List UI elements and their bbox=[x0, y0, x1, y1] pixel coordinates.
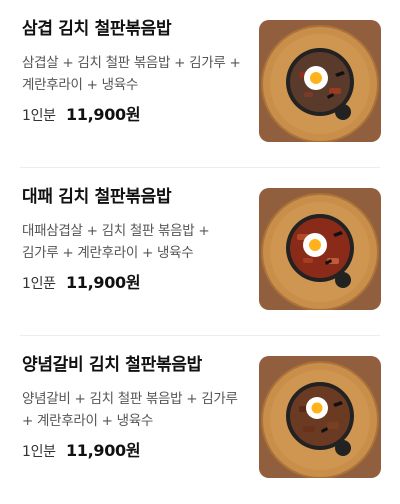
menu-item-name: 대패 김치 철판볶음밥 bbox=[22, 187, 172, 207]
menu-item-samgyeop[interactable]: 삼겹 김치 철판볶음밥 삼겹살 + 김치 철판 볶음밥 + 김가루 + 계란후라… bbox=[0, 0, 400, 168]
menu-item-price: 11,900원 bbox=[65, 105, 141, 124]
fried-rice-skillet-image bbox=[259, 20, 381, 142]
menu-item-text: 대패 김치 철판볶음밥 대패삼겹살 + 김치 철판 볶음밥 + 김가루 + 계란… bbox=[22, 186, 244, 295]
menu-item-name: 삼겹 김치 철판볶음밥 bbox=[22, 19, 172, 39]
menu-item-photo[interactable] bbox=[259, 188, 381, 310]
menu-item-text: 양념갈비 김치 철판볶음밥 양념갈비 + 김치 철판 볶음밥 + 김가루 + 계… bbox=[22, 354, 244, 463]
menu-item-portion: 1인분 bbox=[22, 108, 56, 124]
menu-item-photo[interactable] bbox=[259, 20, 381, 142]
menu-list: 삼겹 김치 철판볶음밥 삼겹살 + 김치 철판 볶음밥 + 김가루 + 계란후라… bbox=[0, 0, 400, 501]
menu-item-description: 삼겹살 + 김치 철판 볶음밥 + 김가루 + 계란후라이 + 냉육수 bbox=[22, 55, 241, 93]
menu-item-portion: 1인푼 bbox=[22, 276, 56, 292]
menu-item-photo[interactable] bbox=[259, 356, 381, 478]
menu-item-text: 삼겹 김치 철판볶음밥 삼겹살 + 김치 철판 볶음밥 + 김가루 + 계란후라… bbox=[22, 18, 244, 127]
menu-item-price: 11,900원 bbox=[65, 273, 141, 292]
menu-item-price: 11,900원 bbox=[65, 441, 141, 460]
fried-rice-skillet-image bbox=[259, 356, 381, 478]
menu-item-price-row: 1인푼 11,900원 bbox=[22, 272, 244, 295]
fried-rice-skillet-image bbox=[259, 188, 381, 310]
menu-item-description: 양념갈비 + 김치 철판 볶음밥 + 김가루 + 계란후라이 + 냉육수 bbox=[22, 391, 238, 429]
menu-item-name: 양념갈비 김치 철판볶음밥 bbox=[22, 355, 202, 375]
menu-item-description: 대패삼겹살 + 김치 철판 볶음밥 + 김가루 + 계란후라이 + 냉육수 bbox=[22, 223, 210, 261]
menu-item-price-row: 1인분 11,900원 bbox=[22, 440, 244, 463]
menu-item-price-row: 1인분 11,900원 bbox=[22, 104, 244, 127]
menu-item-portion: 1인분 bbox=[22, 444, 56, 460]
menu-item-galbi[interactable]: 양념갈비 김치 철판볶음밥 양념갈비 + 김치 철판 볶음밥 + 김가루 + 계… bbox=[0, 336, 400, 504]
menu-item-daepae[interactable]: 대패 김치 철판볶음밥 대패삼겹살 + 김치 철판 볶음밥 + 김가루 + 계란… bbox=[0, 168, 400, 336]
